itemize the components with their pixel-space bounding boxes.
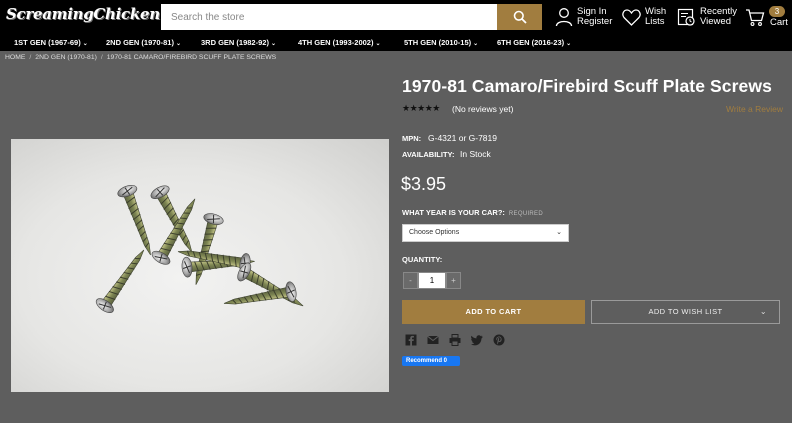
- cart-icon: [746, 8, 765, 26]
- quantity-increment-button[interactable]: +: [446, 272, 461, 289]
- mpn-value: G-4321 or G-7819: [428, 133, 497, 143]
- recently-text-2: Viewed: [700, 16, 731, 27]
- chevron-down-icon: ⌄: [375, 41, 381, 47]
- search-button[interactable]: [497, 4, 542, 30]
- twitter-icon[interactable]: [471, 334, 483, 346]
- recently-viewed-icon: [677, 8, 695, 26]
- search-bar: [161, 4, 542, 30]
- quantity-label: QUANTITY:: [402, 255, 443, 264]
- add-to-wishlist-label: ADD TO WISH LIST: [648, 307, 723, 316]
- availability-value: In Stock: [460, 149, 491, 159]
- screws-illustration: [93, 182, 309, 316]
- breadcrumb-current: 1970-81 CAMARO/FIREBIRD SCUFF PLATE SCRE…: [106, 54, 277, 61]
- nav-item-5th-gen[interactable]: 5TH GEN (2010-15) ⌄: [404, 38, 478, 47]
- sign-in-label: Sign In Register: [577, 7, 612, 27]
- chevron-down-icon: ⌄: [270, 41, 276, 47]
- breadcrumb: HOME/2ND GEN (1970-81)/1970-81 CAMARO/FI…: [5, 54, 276, 61]
- quantity-decrement-button[interactable]: -: [403, 272, 418, 289]
- breadcrumb-category[interactable]: 2ND GEN (1970-81): [35, 54, 97, 61]
- nav-label: 6TH GEN (2016-23): [497, 38, 565, 47]
- chevron-down-icon: ⌄: [566, 41, 572, 47]
- rating-stars: ★★★★★: [402, 103, 440, 113]
- nav-item-2nd-gen[interactable]: 2ND GEN (1970-81) ⌄: [106, 38, 181, 47]
- cart-label[interactable]: Cart: [770, 17, 788, 28]
- year-option-label: WHAT YEAR IS YOUR CAR?: REQUIRED: [402, 208, 543, 217]
- register-text[interactable]: Register: [577, 17, 612, 27]
- recently-viewed-label: Recently Viewed: [700, 7, 737, 27]
- site-header: ScreamingChicken.com Sign In Register Wi…: [0, 0, 792, 34]
- add-to-cart-button[interactable]: ADD TO CART: [402, 300, 585, 324]
- chevron-down-icon: ⌄: [473, 41, 479, 47]
- heart-icon: [622, 8, 641, 26]
- nav-label: 4TH GEN (1993-2002): [298, 38, 374, 47]
- breadcrumb-home[interactable]: HOME: [5, 54, 25, 61]
- search-icon: [513, 10, 527, 24]
- wish-lists-link[interactable]: Wish Lists: [622, 4, 666, 30]
- nav-item-4th-gen[interactable]: 4TH GEN (1993-2002) ⌄: [298, 38, 380, 47]
- chevron-down-icon: ⌄: [175, 41, 181, 47]
- breadcrumb-separator: /: [100, 54, 103, 61]
- pinterest-icon[interactable]: [493, 334, 505, 346]
- year-option-text: WHAT YEAR IS YOUR CAR?:: [402, 208, 505, 217]
- nav-label: 5TH GEN (2010-15): [404, 38, 472, 47]
- chevron-down-icon: ⌄: [556, 229, 562, 236]
- nav-item-3rd-gen[interactable]: 3RD GEN (1982-92) ⌄: [201, 38, 276, 47]
- quantity-input[interactable]: 1: [418, 272, 446, 289]
- required-tag: REQUIRED: [508, 211, 543, 217]
- facebook-recommend-button[interactable]: Recommend 0: [402, 356, 460, 366]
- category-nav: 1ST GEN (1967-69) ⌄ 2ND GEN (1970-81) ⌄ 3R…: [0, 34, 792, 51]
- wish-lists-label: Wish Lists: [645, 7, 666, 27]
- nav-label: 2ND GEN (1970-81): [106, 38, 174, 47]
- user-icon: [555, 8, 573, 27]
- cart-link[interactable]: [745, 4, 765, 30]
- facebook-icon[interactable]: [405, 334, 417, 346]
- cart-count-badge: 3: [769, 6, 785, 17]
- year-select[interactable]: Choose Options ⌄: [402, 224, 569, 242]
- facebook-recommend-label: Recommend 0: [406, 358, 448, 364]
- nav-item-6th-gen[interactable]: 6TH GEN (2016-23) ⌄: [497, 38, 571, 47]
- year-select-value: Choose Options: [409, 229, 460, 236]
- sign-in-link[interactable]: Sign In Register: [555, 4, 612, 30]
- mpn-label: MPN:: [402, 134, 422, 143]
- nav-item-1st-gen[interactable]: 1ST GEN (1967-69) ⌄: [14, 38, 88, 47]
- product-price: $3.95: [401, 174, 447, 194]
- write-review-link[interactable]: Write a Review: [726, 104, 783, 114]
- wish-lists-text-2: Lists: [645, 16, 665, 27]
- recently-viewed-link[interactable]: Recently Viewed: [677, 4, 737, 30]
- email-icon[interactable]: [427, 334, 439, 346]
- search-input[interactable]: [161, 4, 497, 30]
- chevron-down-icon: ⌄: [82, 41, 88, 47]
- review-count[interactable]: (No reviews yet): [452, 104, 513, 114]
- print-icon[interactable]: [449, 334, 461, 346]
- breadcrumb-separator: /: [29, 54, 32, 61]
- add-to-wishlist-button[interactable]: ADD TO WISH LIST ⌄: [591, 300, 780, 324]
- nav-label: 3RD GEN (1982-92): [201, 38, 269, 47]
- availability-label: AVAILABILITY:: [402, 150, 455, 159]
- product-image[interactable]: [11, 139, 389, 392]
- product-title: 1970-81 Camaro/Firebird Scuff Plate Scre…: [402, 76, 772, 96]
- nav-label: 1ST GEN (1967-69): [14, 38, 81, 47]
- chevron-down-icon: ⌄: [759, 307, 767, 316]
